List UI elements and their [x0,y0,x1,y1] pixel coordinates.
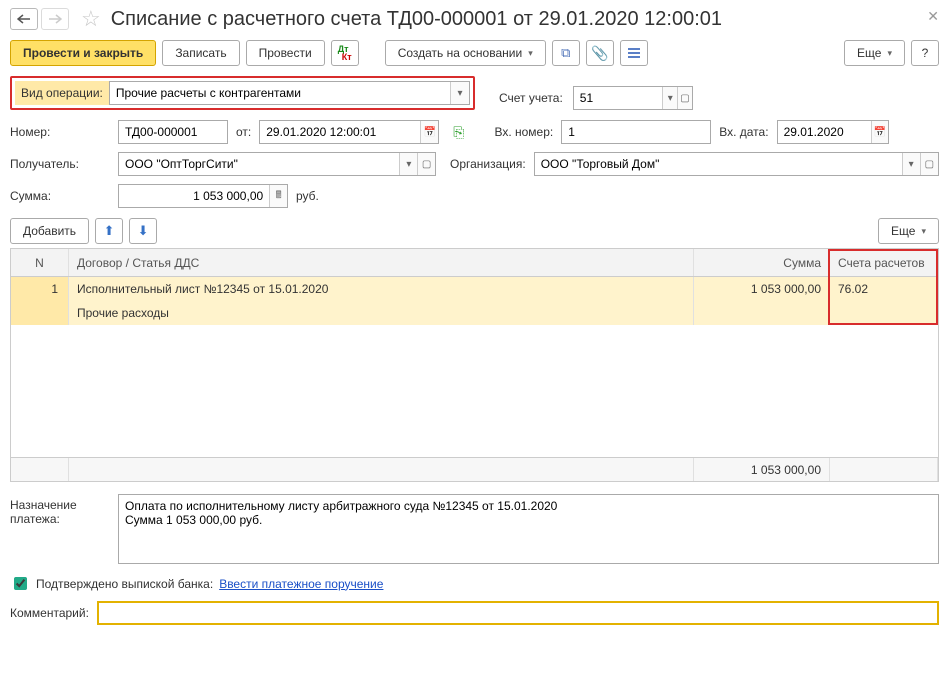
comment-label: Комментарий: [10,606,89,620]
org-dropdown-button[interactable]: ▾ [902,153,920,175]
cell-sum: 1 053 000,00 [694,277,830,301]
save-button[interactable]: Записать [162,40,239,66]
list-icon [628,48,640,58]
in-date-input[interactable] [778,121,871,143]
calendar-button[interactable]: 📅 [420,121,438,143]
debit-credit-button[interactable]: ДтКт [331,40,359,66]
currency-label: руб. [296,189,319,203]
recipient-label: Получатель: [10,157,110,171]
in-number-label: Вх. номер: [494,125,553,139]
date-input[interactable] [260,121,420,143]
structure-icon: ⧉ [561,45,570,61]
footer-total: 1 053 000,00 [694,458,830,481]
arrow-down-icon: ⬇ [138,223,149,239]
table-row[interactable]: 1 Исполнительный лист №12345 от 15.01.20… [11,277,938,301]
move-down-button[interactable]: ⬇ [129,218,157,244]
operation-type-input[interactable] [110,82,450,104]
post-and-close-button[interactable]: Провести и закрыть [10,40,156,66]
recipient-input[interactable] [119,153,399,175]
back-button[interactable] [10,8,38,30]
operation-type-label: Вид операции: [15,81,109,105]
arrow-up-icon: ⬆ [104,223,115,239]
org-open-button[interactable]: ▢ [920,153,938,175]
create-payment-order-link[interactable]: Ввести платежное поручение [219,577,383,591]
post-button[interactable]: Провести [246,40,325,66]
help-button[interactable]: ? [911,40,939,66]
paperclip-icon: 📎 [591,45,608,62]
create-based-button[interactable]: Создать на основании [385,40,546,66]
toolbar-more-button[interactable]: Еще [844,40,905,66]
detail-table: N Договор / Статья ДДС Сумма Счета расче… [10,248,939,482]
number-input[interactable] [119,121,227,143]
cell-acct: 76.02 [830,277,938,301]
col-header-n[interactable]: N [11,249,69,276]
cell-doc1: Исполнительный лист №12345 от 15.01.2020 [69,277,694,301]
list-button[interactable] [620,40,648,66]
sum-label: Сумма: [10,189,110,203]
from-label: от: [236,125,251,139]
account-input[interactable] [574,87,663,109]
org-label: Организация: [450,157,526,171]
bank-confirmed-checkbox[interactable] [14,577,27,590]
favorite-icon[interactable]: ☆ [81,6,101,32]
operation-type-block: Вид операции: ▾ [10,76,475,110]
execute-icon[interactable]: ⎘ [453,124,464,141]
move-up-button[interactable]: ⬆ [95,218,123,244]
calc-button[interactable]: 🖩 [269,185,287,207]
recipient-dropdown-button[interactable]: ▾ [399,153,417,175]
sum-input[interactable] [119,185,269,207]
col-header-doc[interactable]: Договор / Статья ДДС [69,249,694,276]
org-input[interactable] [535,153,902,175]
add-row-button[interactable]: Добавить [10,218,89,244]
account-label: Счет учета: [499,91,563,105]
account-dropdown-button[interactable]: ▾ [662,87,677,109]
page-title: Списание с расчетного счета ТД00-000001 … [111,8,722,31]
purpose-textarea[interactable] [118,494,939,564]
in-date-label: Вх. дата: [719,125,768,139]
purpose-label: Назначение платежа: [10,494,110,564]
attach-button[interactable]: 📎 [586,40,614,66]
col-header-sum[interactable]: Сумма [694,249,830,276]
cell-doc2: Прочие расходы [69,301,694,325]
dtkt-icon: ДтКт [338,45,352,61]
number-label: Номер: [10,125,110,139]
close-icon[interactable]: ✕ [927,8,939,25]
in-date-calendar-button[interactable]: 📅 [871,121,888,143]
cell-n: 1 [11,277,69,301]
table-more-button[interactable]: Еще [878,218,939,244]
forward-button[interactable] [41,8,69,30]
structure-button[interactable]: ⧉ [552,40,580,66]
recipient-open-button[interactable]: ▢ [417,153,435,175]
col-header-acct[interactable]: Счета расчетов [830,249,938,276]
comment-input[interactable] [99,603,937,623]
account-open-button[interactable]: ▢ [677,87,692,109]
in-number-input[interactable] [562,121,710,143]
bank-confirmed-label: Подтверждено выпиской банка: [36,577,213,591]
table-row[interactable]: Прочие расходы [11,301,938,325]
operation-type-dropdown-button[interactable]: ▾ [450,82,469,104]
